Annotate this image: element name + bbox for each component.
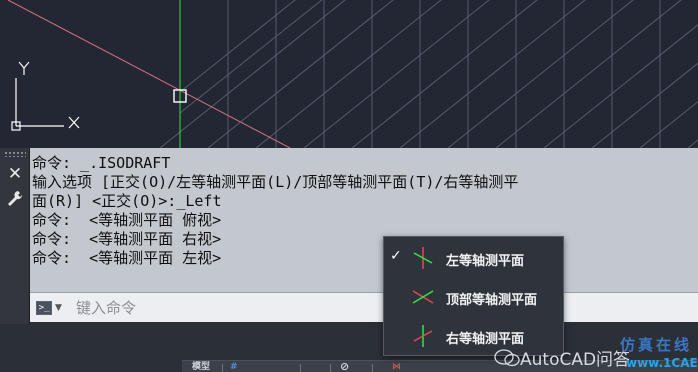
drawing-canvas[interactable] <box>0 0 698 148</box>
recent-commands-button[interactable]: >_ ▼ <box>36 299 70 317</box>
isoplane-top-label: 顶部等轴测平面 <box>446 293 538 308</box>
chevron-down-icon: ▼ <box>55 303 62 313</box>
model-tab[interactable]: 模型 <box>192 362 210 372</box>
ucs-icon <box>11 61 80 131</box>
command-line-window: ✕ 命令: _.ISODRAFT 输入选项 [正交(O)/左等轴测平面(L)/顶… <box>0 148 698 324</box>
history-line: 命令: <等轴测平面 右视> <box>32 230 222 248</box>
isoplane-left-item[interactable]: ✓ 左等轴测平面 <box>384 239 563 277</box>
close-icon[interactable]: ✕ <box>4 164 26 184</box>
isoplane-top-item[interactable]: 顶部等轴测平面 <box>384 278 563 316</box>
watermark-logo: AutoCAD问答 <box>494 345 630 370</box>
grid-toggle-icon[interactable]: # <box>230 362 238 372</box>
watermark-blue-text: 仿真在线 <box>620 336 693 354</box>
command-input-bar: >_ ▼ <box>30 292 698 322</box>
watermark-text: AutoCAD问答 <box>520 350 631 370</box>
isoplane-right-icon <box>413 325 433 347</box>
isometric-grid <box>159 0 698 148</box>
history-line: 面(R)] <正交(O)>:_Left <box>32 192 222 210</box>
history-line: 命令: <等轴测平面 左视> <box>32 249 222 267</box>
isodraft-icon[interactable]: ⋈ <box>392 362 401 372</box>
isoplane-top-icon <box>412 290 434 304</box>
command-line-sidebar: ✕ <box>0 148 30 324</box>
watermark-site: www.1CAE.com <box>626 356 698 370</box>
history-line: 输入选项 [正交(O)/左等轴测平面(L)/顶部等轴测平面(T)/右等轴测平 <box>32 173 519 191</box>
polar-tracking-icon[interactable]: ⊘ <box>340 361 349 372</box>
command-prompt-icon: >_ <box>36 301 52 315</box>
isoplane-left-label: 左等轴测平面 <box>446 254 525 269</box>
isoplane-menu: ✓ 左等轴测平面 顶部等轴测平面 右等轴测平面 <box>383 236 564 356</box>
wrench-icon[interactable] <box>4 190 26 210</box>
history-line: 命令: _.ISODRAFT <box>32 154 171 172</box>
command-input[interactable] <box>76 297 376 319</box>
canvas-graphics <box>7 0 698 148</box>
command-history: 命令: _.ISODRAFT 输入选项 [正交(O)/左等轴测平面(L)/顶部等… <box>30 148 698 292</box>
chat-bubble-icon <box>494 348 520 366</box>
status-separator <box>330 364 331 372</box>
isoplane-left-icon <box>413 247 433 269</box>
status-separator <box>300 364 301 372</box>
check-icon: ✓ <box>390 248 402 264</box>
status-separator <box>222 364 223 372</box>
status-separator <box>372 364 373 372</box>
history-line: 命令: <等轴测平面 俯视> <box>32 211 222 229</box>
drag-grip[interactable] <box>4 151 26 157</box>
